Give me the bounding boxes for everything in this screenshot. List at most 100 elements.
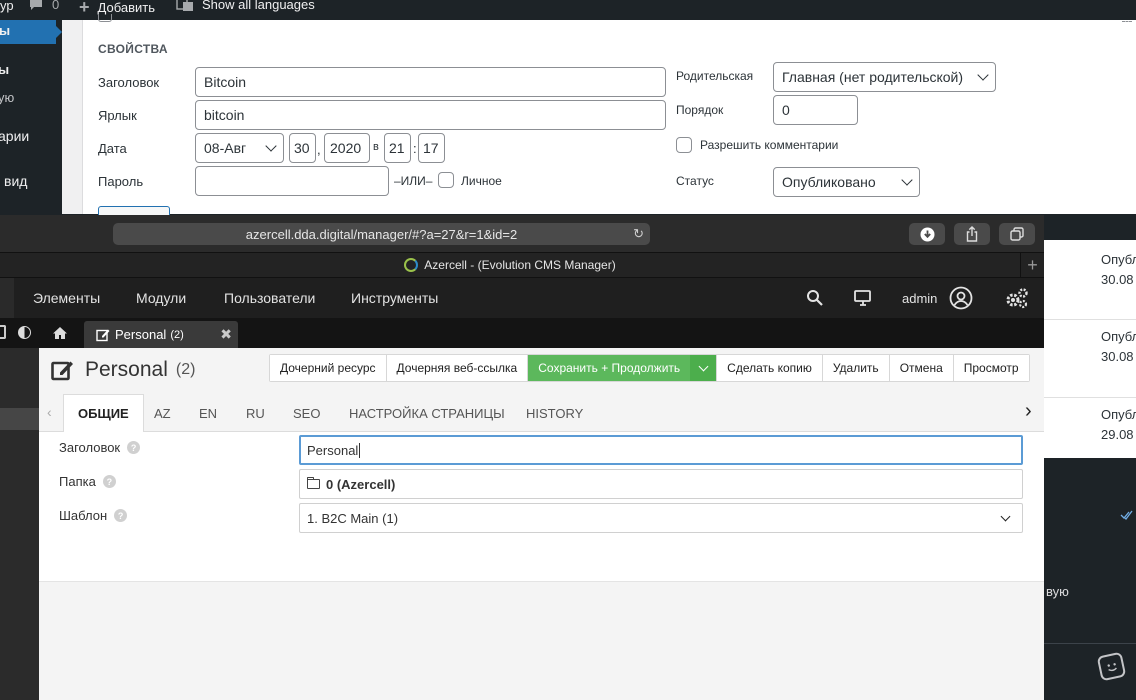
template-field-value: 1. B2C Main (1): [307, 510, 399, 526]
reload-icon[interactable]: ↻: [633, 226, 644, 242]
submenu-item[interactable]: ы: [0, 62, 9, 77]
title-input[interactable]: Bitcoin: [195, 67, 666, 97]
tab-page-settings[interactable]: НАСТРОЙКА СТРАНИЦЫ: [349, 394, 505, 432]
show-languages-link[interactable]: Show all languages: [176, 0, 315, 12]
folder-field-picker[interactable]: 0 (Azercell): [299, 469, 1023, 499]
title-field-input[interactable]: Personal: [299, 435, 1023, 465]
downloads-button[interactable]: [909, 223, 945, 245]
allow-comments-checkbox[interactable]: [676, 137, 692, 153]
search-icon[interactable]: [806, 289, 824, 307]
nav-users[interactable]: Пользователи: [224, 290, 315, 306]
show-languages-label: Show all languages: [202, 0, 315, 12]
monitor-icon[interactable]: [853, 289, 873, 307]
folder-field-value: 0 (Azercell): [326, 476, 396, 492]
home-tab[interactable]: [42, 318, 78, 348]
menu-item-label: ы: [0, 23, 11, 38]
tab-general[interactable]: ОБЩИЕ: [63, 394, 144, 433]
double-check-icon: [1120, 510, 1133, 520]
close-tab-icon[interactable]: ✖: [220, 326, 232, 343]
row-date: 29.08: [1101, 427, 1134, 442]
properties-heading: СВОЙСТВА: [98, 42, 168, 56]
comments-count: 0: [52, 0, 60, 12]
tabs-overview-button[interactable]: [999, 223, 1035, 245]
user-name[interactable]: admin: [902, 291, 937, 306]
tab-az[interactable]: AZ: [154, 394, 171, 432]
day-input[interactable]: 30: [289, 133, 316, 163]
status-value: Опубликовано: [782, 174, 876, 190]
chevron-down-icon: [901, 174, 913, 186]
hour-input[interactable]: 21: [384, 133, 411, 163]
add-new-link[interactable]: + Добавить: [79, 0, 155, 18]
status-select[interactable]: Опубликовано: [773, 167, 920, 197]
template-field-label: Шаблон ?: [59, 508, 128, 523]
cms-logo[interactable]: [0, 278, 14, 318]
tabs-scroll-left-icon[interactable]: ‹: [47, 404, 52, 420]
row-status: Опубл: [1101, 329, 1136, 344]
child-resource-button[interactable]: Дочерний ресурс: [270, 355, 387, 381]
cms-document-editor: Personal (2) Дочерний ресурс Дочерняя ве…: [39, 348, 1044, 700]
tabs-icon: [1010, 227, 1024, 241]
doc-tab-title: Personal: [115, 327, 167, 342]
month-value: 08-Авг: [204, 140, 247, 156]
menu-item-current[interactable]: ы: [0, 20, 62, 44]
menu-item-comments[interactable]: арии: [0, 128, 29, 144]
help-icon[interactable]: ?: [102, 475, 116, 488]
smiley-icon: [1106, 662, 1117, 671]
address-bar[interactable]: azercell.dda.digital/manager/#?a=27&r=1&…: [113, 223, 650, 245]
nav-modules[interactable]: Модули: [136, 290, 186, 306]
settings-gears-icon[interactable]: [1004, 287, 1030, 309]
tab-ru[interactable]: RU: [246, 394, 265, 432]
password-input[interactable]: [195, 166, 389, 196]
edit-document-icon: [51, 361, 73, 381]
template-field-label-text: Шаблон: [59, 508, 108, 523]
checkbox-top[interactable]: [98, 14, 112, 22]
tab-history[interactable]: HISTORY: [526, 394, 583, 432]
tab-en[interactable]: EN: [199, 394, 217, 432]
comments-link[interactable]: 0: [29, 0, 59, 12]
parent-select[interactable]: Главная (нет родительской): [773, 62, 996, 92]
help-icon[interactable]: ?: [114, 509, 128, 522]
slug-input[interactable]: bitcoin: [195, 100, 666, 130]
row-date: 30.08: [1101, 349, 1134, 364]
submenu-item[interactable]: ую: [0, 90, 14, 105]
document-section-tabs: ‹ ОБЩИЕ AZ EN RU SEO НАСТРОЙКА СТРАНИЦЫ …: [39, 394, 1044, 433]
browser-toolbar: azercell.dda.digital/manager/#?a=27&r=1&…: [0, 215, 1044, 252]
child-weblink-button[interactable]: Дочерняя веб-ссылка: [386, 355, 529, 381]
save-continue-button[interactable]: Сохранить + Продолжить: [528, 355, 692, 381]
time-colon: :: [413, 141, 417, 156]
folder-icon: [307, 477, 320, 489]
month-select[interactable]: 08-Авг: [195, 133, 284, 163]
tabs-scroll-right-icon[interactable]: ›: [1025, 400, 1032, 423]
menu-item-appearance[interactable]: вид: [4, 173, 27, 189]
emoji-button[interactable]: [1096, 651, 1127, 682]
tree-toggle-icon[interactable]: [0, 325, 6, 339]
contrast-icon[interactable]: [18, 326, 31, 339]
duplicate-button[interactable]: Сделать копию: [717, 355, 823, 381]
private-checkbox[interactable]: [438, 172, 454, 188]
save-options-dropdown[interactable]: [691, 355, 718, 381]
tree-selected-node[interactable]: [0, 408, 39, 430]
parent-label: Родительская: [676, 69, 754, 83]
new-tab-button[interactable]: +: [1020, 253, 1044, 277]
nav-elements[interactable]: Элементы: [33, 290, 100, 306]
delete-button[interactable]: Удалить: [822, 355, 890, 381]
template-field-select[interactable]: 1. B2C Main (1): [299, 503, 1023, 533]
browser-tab-active[interactable]: Azercell - (Evolution CMS Manager): [0, 253, 1020, 277]
doc-tab-personal[interactable]: Personal (2) ✖: [84, 321, 238, 348]
row-date: 30.08: [1101, 272, 1134, 287]
site-name-fragment[interactable]: ур: [0, 0, 14, 13]
tab-seo[interactable]: SEO: [293, 394, 320, 432]
user-avatar-icon[interactable]: [949, 286, 973, 310]
minute-input[interactable]: 17: [418, 133, 445, 163]
nav-tools[interactable]: Инструменты: [351, 290, 438, 306]
share-button[interactable]: [954, 223, 990, 245]
order-input[interactable]: 0: [773, 95, 858, 125]
help-icon[interactable]: ?: [127, 441, 141, 454]
chevron-down-icon: [977, 69, 989, 81]
row-divider: [1044, 397, 1136, 398]
cancel-button[interactable]: Отмена: [889, 355, 954, 381]
view-button[interactable]: Просмотр: [953, 355, 1029, 381]
date-comma: ,: [317, 142, 321, 157]
year-input[interactable]: 2020: [324, 133, 370, 163]
text-cursor: [359, 442, 361, 458]
